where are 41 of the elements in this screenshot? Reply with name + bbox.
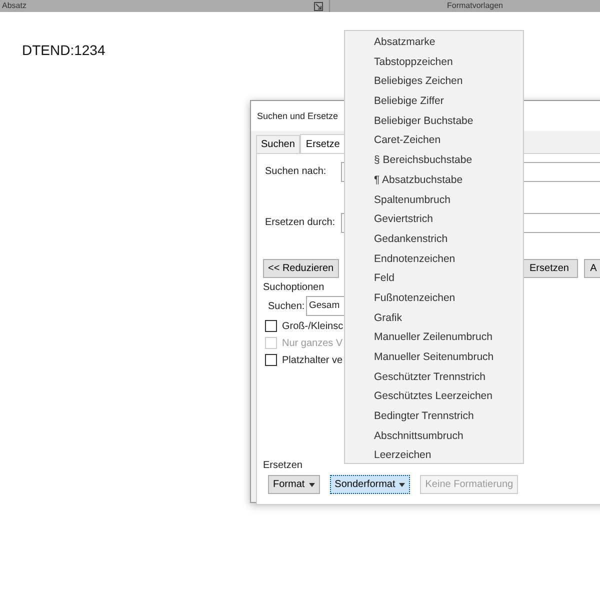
menu-item[interactable]: Feld — [345, 269, 523, 289]
menu-item[interactable]: Manueller Zeilenumbruch — [345, 328, 523, 348]
format-button[interactable]: Format — [268, 475, 320, 494]
menu-item[interactable]: Beliebiges Zeichen — [345, 72, 523, 92]
document-text: DTEND:1234 — [22, 42, 106, 58]
tab[interactable]: Suchen — [256, 135, 300, 153]
caret-icon — [308, 482, 315, 486]
dialog-launcher-icon[interactable] — [314, 2, 323, 10]
section-title: Suchoptionen — [263, 282, 326, 293]
field-label: Ersetzen durch: — [265, 216, 336, 230]
format-button[interactable]: Sonderformat — [330, 475, 410, 494]
menu-item[interactable]: Gedankenstrich — [345, 230, 523, 250]
ribbon-group-label: Absatz — [2, 1, 26, 11]
field-label: Suchen: — [267, 300, 306, 312]
menu-item[interactable]: § Bereichsbuchstabe — [345, 151, 523, 171]
checkbox[interactable] — [265, 320, 277, 332]
menu-item[interactable]: Abschnittsumbruch — [345, 426, 523, 446]
menu-item[interactable]: Manueller Seitenumbruch — [345, 348, 523, 368]
dialog-button[interactable]: << Reduzieren — [263, 259, 339, 278]
menu-item[interactable]: Leerzeichen — [345, 446, 523, 466]
menu-item[interactable]: Endnotenzeichen — [345, 250, 523, 270]
menu-item[interactable]: Bedingter Trennstrich — [345, 407, 523, 427]
section-title: Ersetzen — [263, 460, 304, 471]
menu-item[interactable]: ¶ Absatzbuchstabe — [345, 170, 523, 190]
menu-item[interactable]: Caret-Zeichen — [345, 131, 523, 152]
menu-item[interactable]: Beliebiger Buchstabe — [345, 112, 523, 132]
checkbox[interactable] — [265, 354, 277, 366]
menu-item[interactable]: Absatzmarke — [345, 33, 523, 53]
field-label: Suchen nach: — [265, 165, 328, 179]
dialog-button[interactable]: A — [584, 259, 600, 278]
menu-item[interactable]: Geviertstrich — [345, 210, 523, 230]
menu-item[interactable]: Geschützter Trennstrich — [345, 368, 523, 388]
ribbon-group-label: Formatvorlagen — [446, 1, 504, 11]
checkbox-label: Groß-/Kleinsc — [282, 320, 344, 332]
tab[interactable]: Ersetze — [300, 134, 346, 153]
menu-item[interactable]: Spaltenumbruch — [345, 190, 523, 210]
checkbox-label: Nur ganzes V — [282, 338, 343, 348]
checkbox-label: Platzhalter ve — [282, 354, 343, 366]
caret-icon — [399, 482, 406, 486]
menu-item[interactable]: Geschütztes Leerzeichen — [345, 387, 523, 408]
menu-item[interactable]: Tabstoppzeichen — [345, 52, 523, 72]
